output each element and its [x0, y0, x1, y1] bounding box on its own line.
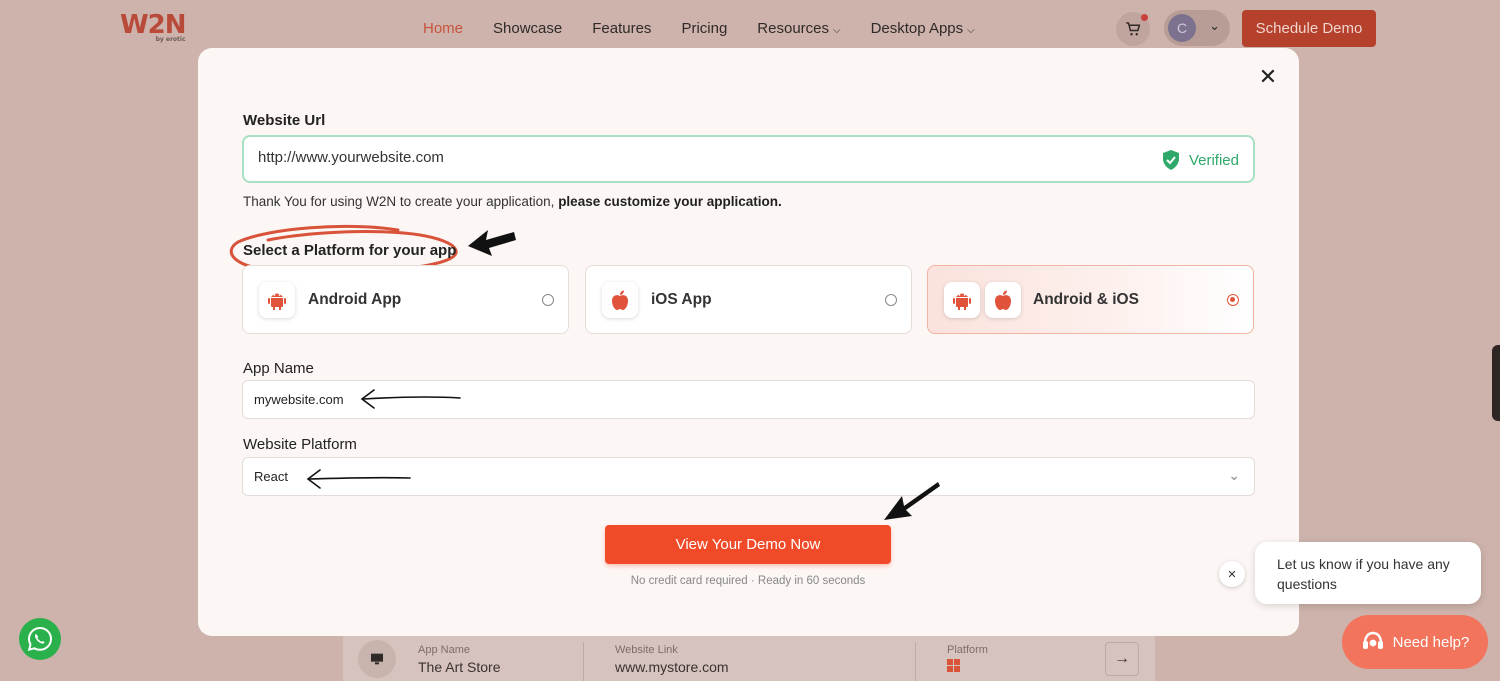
nav-links: Home Showcase Features Pricing Resources…: [423, 20, 1005, 37]
platform-column: Platform: [947, 644, 988, 676]
close-button[interactable]: ✕: [1255, 64, 1281, 90]
thank-you-text: Thank You for using W2N to create your a…: [243, 194, 559, 209]
website-platform-value[interactable]: [254, 469, 754, 484]
verified-text: Verified: [1188, 151, 1239, 169]
account-menu[interactable]: C ⌄: [1164, 10, 1230, 46]
nav-item-desktop-apps-label: Desktop Apps: [870, 20, 964, 37]
create-app-modal: ✕ Website Url Verified Thank You for usi…: [198, 48, 1299, 636]
app-name-input[interactable]: [254, 392, 754, 407]
thank-you-message: Thank You for using W2N to create your a…: [243, 194, 782, 209]
verified-badge: Verified: [1161, 149, 1239, 171]
schedule-demo-button[interactable]: Schedule Demo: [1242, 10, 1376, 47]
need-help-label: Need help?: [1392, 633, 1470, 651]
chat-dismiss-button[interactable]: ✕: [1219, 561, 1245, 587]
website-link-caption: Website Link: [615, 644, 678, 656]
shield-check-icon: [1162, 150, 1179, 170]
platform-option-label: iOS App: [651, 291, 712, 308]
platform-option-android-ios[interactable]: Android & iOS: [927, 265, 1254, 334]
platform-caption: Platform: [947, 644, 988, 656]
demo-note: No credit card required · Ready in 60 se…: [630, 575, 866, 587]
chevron-down-icon: ⌄: [1228, 467, 1240, 483]
nav-item-resources-label: Resources: [757, 20, 829, 37]
divider: [915, 642, 916, 681]
platform-option-label: Android App: [308, 291, 402, 308]
chat-prompt-bubble[interactable]: Let us know if you have any questions: [1255, 542, 1481, 604]
android-icon: [944, 282, 980, 318]
open-app-button[interactable]: →: [1105, 642, 1139, 676]
platform-radio-android-ios[interactable]: [1227, 294, 1239, 306]
platform-option-android[interactable]: Android App: [242, 265, 569, 334]
cart-icon: [1126, 22, 1141, 36]
whatsapp-button[interactable]: [19, 618, 61, 660]
nav-item-home[interactable]: Home: [423, 20, 463, 37]
divider: [583, 642, 584, 681]
pointer-arrow-annotation: [468, 230, 516, 256]
app-name-column: App Name The Art Store: [418, 644, 500, 675]
app-preview-card: App Name The Art Store Website Link www.…: [343, 632, 1155, 681]
cart-button[interactable]: [1116, 12, 1150, 46]
nav-item-pricing[interactable]: Pricing: [681, 20, 727, 37]
website-url-field: Verified: [242, 135, 1255, 183]
view-demo-button[interactable]: View Your Demo Now: [605, 525, 891, 564]
platform-radio-android[interactable]: [542, 294, 554, 306]
chevron-down-icon: ⌵: [833, 25, 841, 36]
app-name-value: The Art Store: [418, 659, 501, 675]
website-link-column: Website Link www.mystore.com: [615, 644, 729, 675]
platform-section-label: Select a Platform for your app: [243, 242, 457, 259]
website-url-input[interactable]: [258, 149, 1118, 166]
app-name-caption: App Name: [418, 644, 470, 656]
thank-you-bold-text: please customize your application.: [558, 194, 782, 209]
platform-option-label: Android & iOS: [1033, 291, 1139, 308]
chevron-down-icon: ⌄: [1209, 18, 1220, 33]
arrow-right-icon: →: [1114, 650, 1130, 667]
w2n-logo[interactable]: W2N by erotic: [120, 10, 187, 43]
chevron-down-icon: ⌵: [967, 25, 975, 36]
need-help-button[interactable]: Need help?: [1342, 615, 1488, 669]
avatar: C: [1168, 14, 1196, 42]
nav-item-showcase[interactable]: Showcase: [493, 20, 562, 37]
nav-item-features[interactable]: Features: [592, 20, 651, 37]
apple-icon: [602, 282, 638, 318]
nav-item-desktop-apps[interactable]: Desktop Apps ⌵: [871, 20, 975, 37]
desktop-icon: [358, 640, 396, 678]
website-url-label: Website Url: [243, 112, 326, 129]
nav-item-resources[interactable]: Resources ⌵: [757, 20, 840, 37]
platform-option-ios[interactable]: iOS App: [585, 265, 912, 334]
app-name-field: [242, 380, 1255, 419]
side-tab[interactable]: [1492, 345, 1500, 421]
website-platform-label: Website Platform: [243, 436, 357, 453]
platform-radio-ios[interactable]: [885, 294, 897, 306]
cart-notification-dot: [1141, 14, 1148, 21]
windows-icon: [947, 659, 988, 676]
whatsapp-icon: [27, 626, 53, 651]
website-platform-select[interactable]: ⌄: [242, 457, 1255, 496]
close-icon: ✕: [1258, 64, 1278, 89]
close-icon: ✕: [1227, 568, 1237, 581]
android-icon: [259, 282, 295, 318]
headset-icon: [1362, 631, 1383, 649]
apple-icon: [985, 282, 1021, 318]
app-name-label: App Name: [243, 360, 314, 377]
website-link-value: www.mystore.com: [615, 659, 729, 675]
